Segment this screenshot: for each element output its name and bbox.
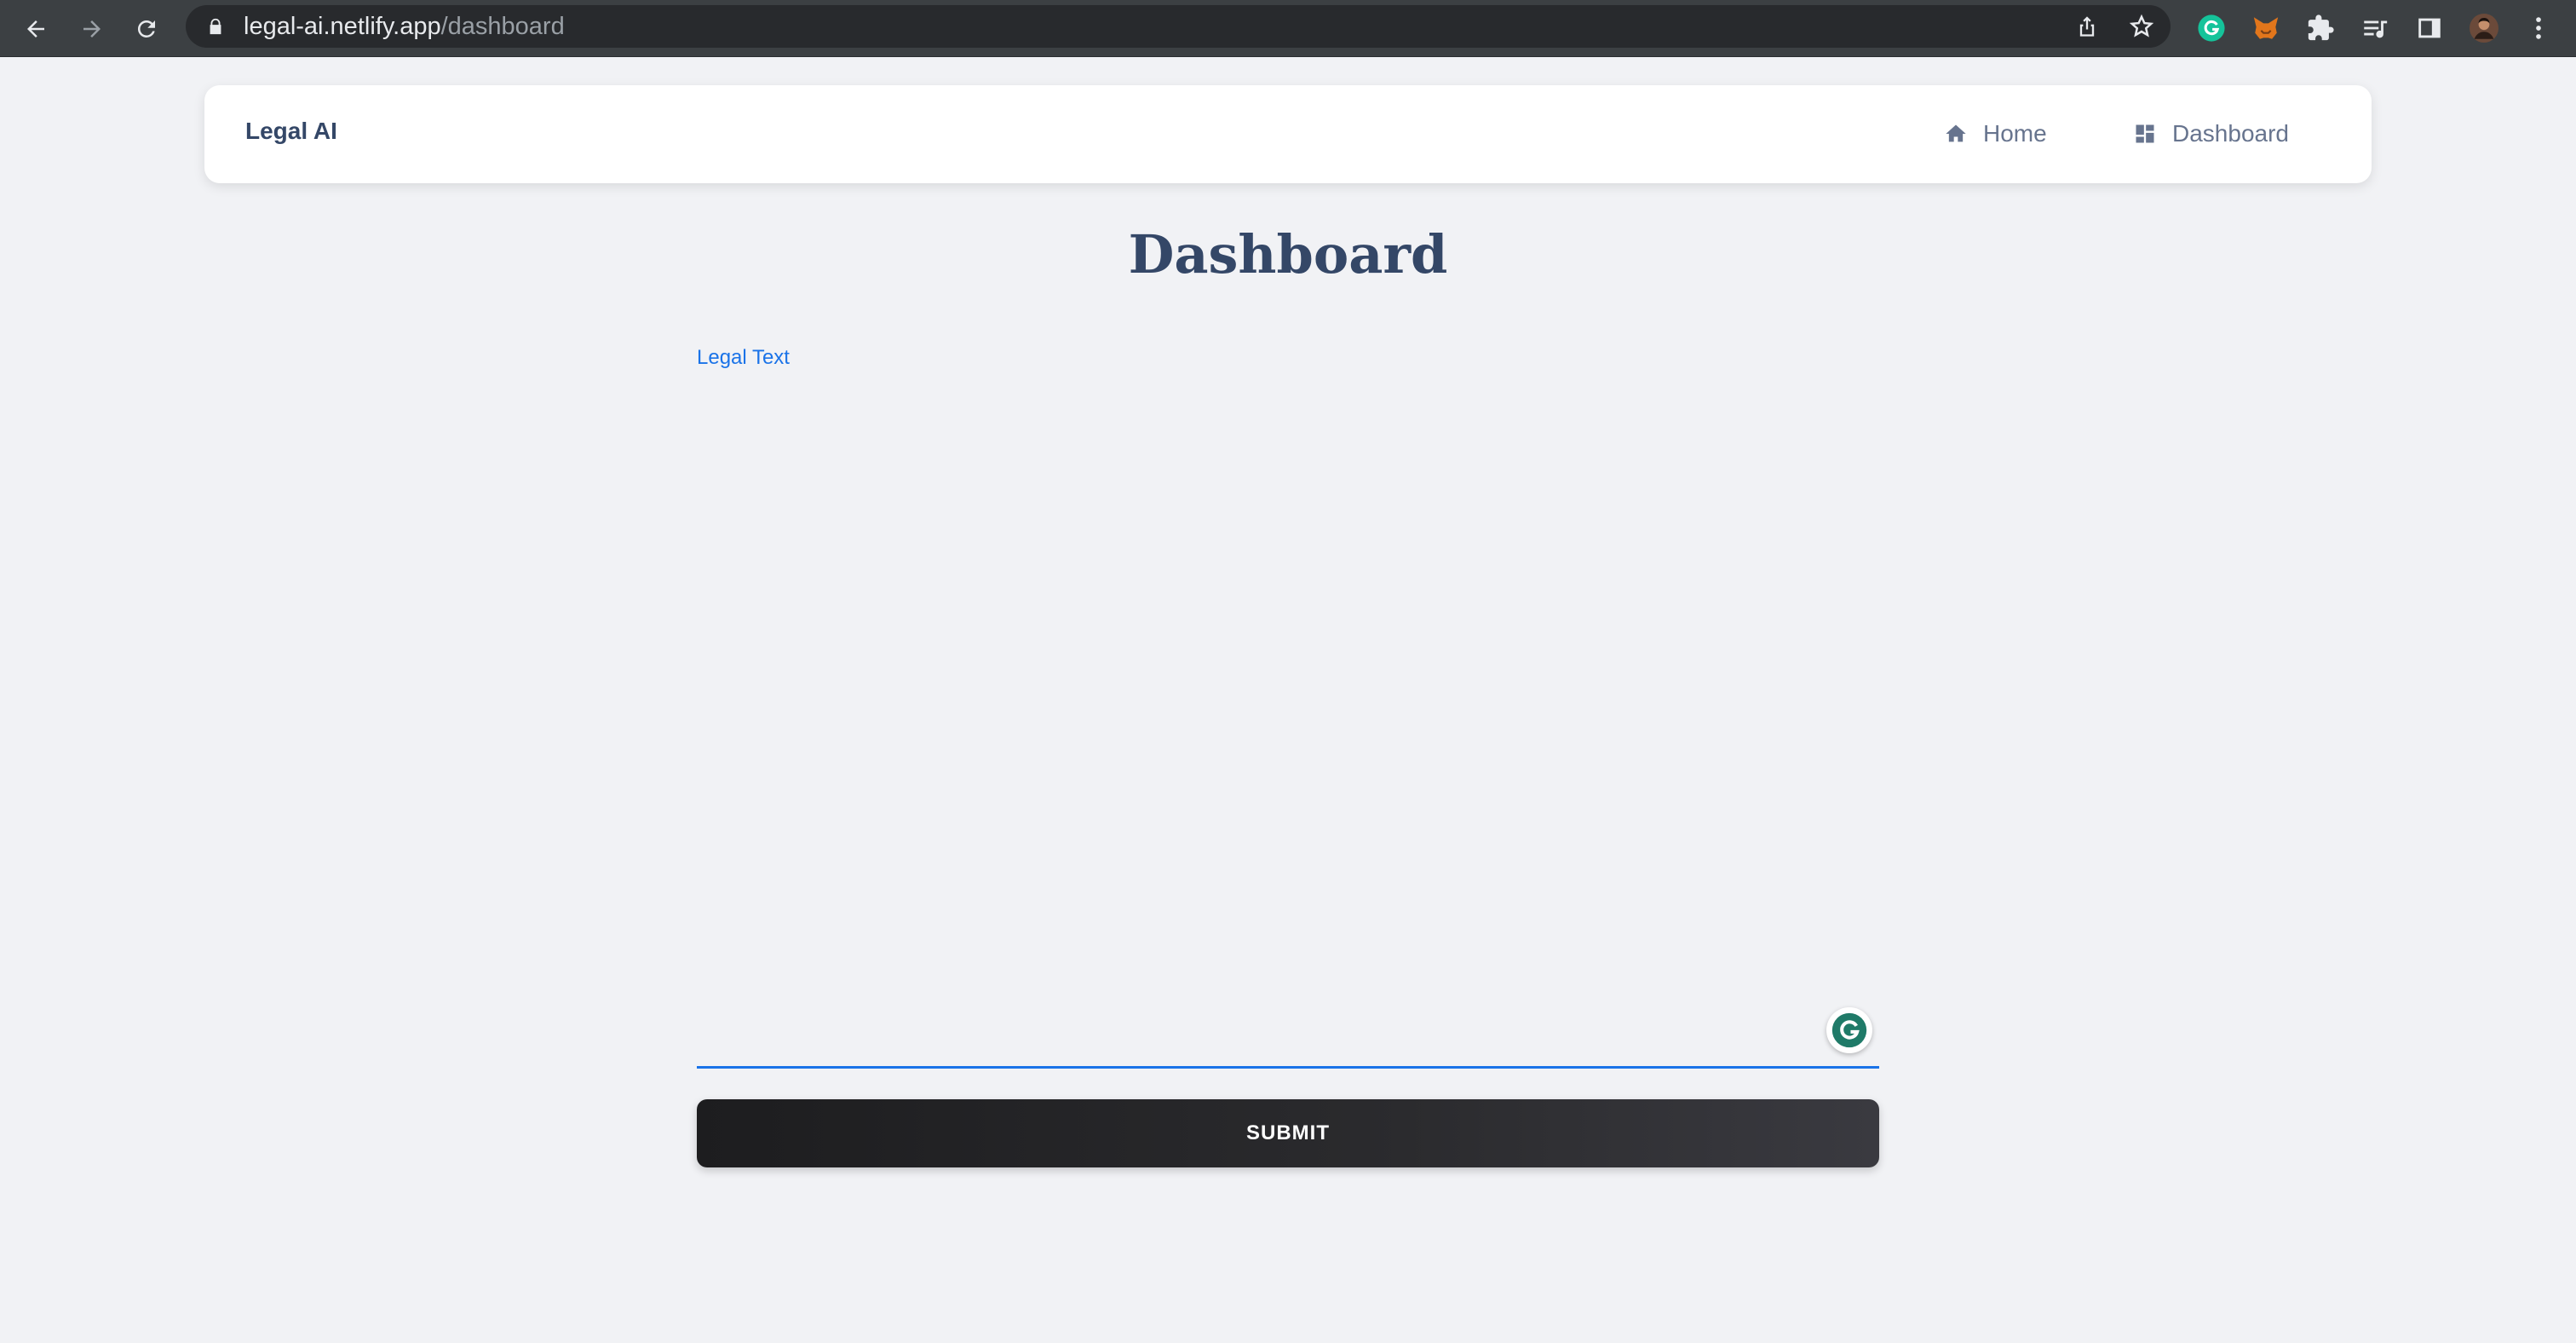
address-bar[interactable]: legal-ai.netlify.app/dashboard <box>186 5 2171 48</box>
top-navbar: Legal AI Home Dashboard <box>204 85 2372 183</box>
home-icon <box>1946 124 1966 142</box>
forward-button[interactable] <box>70 7 114 51</box>
browser-toolbar: legal-ai.netlify.app/dashboard <box>0 0 2576 57</box>
reload-button[interactable] <box>124 7 169 51</box>
bookmark-star-icon[interactable] <box>2128 13 2155 40</box>
brand-logo-text[interactable]: Legal AI <box>245 118 337 145</box>
reload-icon <box>137 20 155 37</box>
back-button[interactable] <box>14 7 58 51</box>
nav-link-dashboard-label: Dashboard <box>2172 120 2289 147</box>
arrow-left-icon <box>27 20 44 37</box>
url-text: legal-ai.netlify.app/dashboard <box>244 12 565 40</box>
arrow-right-icon <box>83 20 101 37</box>
grammarly-badge-icon[interactable] <box>1826 1007 1872 1053</box>
share-icon[interactable] <box>2073 13 2101 40</box>
side-panel-icon[interactable] <box>2411 9 2448 47</box>
nav-link-home-label: Home <box>1983 120 2047 147</box>
legal-text-label: Legal Text <box>697 346 790 369</box>
legal-text-input[interactable] <box>697 375 1879 1069</box>
browser-menu-icon[interactable] <box>2520 9 2557 47</box>
media-queue-icon[interactable] <box>2356 9 2394 47</box>
metamask-fox-icon[interactable] <box>2247 9 2285 47</box>
grammarly-extension-icon[interactable] <box>2193 9 2230 47</box>
submit-button[interactable]: SUBMIT <box>697 1099 1879 1167</box>
profile-avatar[interactable] <box>2465 9 2503 47</box>
dashboard-icon <box>2136 124 2154 143</box>
lock-icon <box>206 17 225 36</box>
puzzle-extensions-icon[interactable] <box>2302 9 2339 47</box>
nav-link-dashboard[interactable]: Dashboard <box>2133 112 2289 155</box>
nav-link-home[interactable]: Home <box>1944 112 2047 155</box>
page-title: Dashboard <box>1128 223 1448 285</box>
